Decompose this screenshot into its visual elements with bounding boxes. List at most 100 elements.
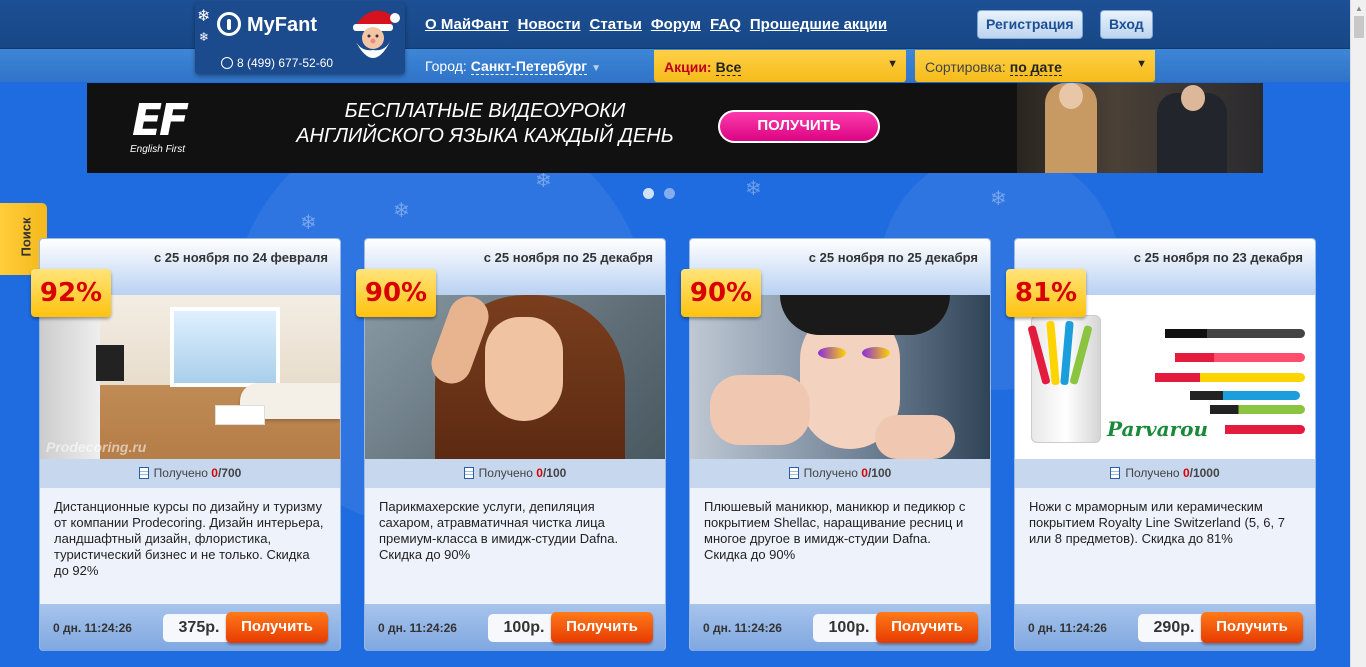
photo-tv bbox=[96, 345, 124, 381]
logo[interactable]: ❄ ❄ MyFant 8 (499) 677-52-60 bbox=[195, 2, 405, 74]
deal-description[interactable]: Плюшевый маникюр, маникюр и педикюр с по… bbox=[690, 488, 990, 604]
received-label: Получено bbox=[803, 466, 858, 480]
deal-footer: 0 дн. 11:24:26 290р. Получить bbox=[1015, 604, 1315, 651]
banner-photo bbox=[1017, 83, 1263, 173]
caret-down-icon: ▼ bbox=[1136, 58, 1147, 70]
nav-news[interactable]: Новости bbox=[518, 16, 581, 33]
phone-number: 8 (499) 677-52-60 bbox=[221, 56, 333, 70]
man-head bbox=[1181, 85, 1205, 111]
document-icon bbox=[138, 467, 149, 479]
received-label: Получено bbox=[1125, 466, 1180, 480]
banner-headline-line1: БЕСПЛАТНЫЕ ВИДЕОУРОКИ bbox=[344, 100, 626, 122]
banner-cta-button[interactable]: ПОЛУЧИТЬ bbox=[718, 110, 880, 143]
deal-description[interactable]: Парикмахерские услуги, депиляция сахаром… bbox=[365, 488, 665, 604]
logo-text: MyFant bbox=[247, 14, 317, 36]
deal-photo[interactable] bbox=[690, 295, 990, 459]
received-label: Получено bbox=[478, 466, 533, 480]
received-count: 0 bbox=[536, 466, 543, 480]
deal-photo[interactable]: Parvarou bbox=[1015, 295, 1315, 459]
photo-hand bbox=[710, 375, 810, 445]
received-total: /1000 bbox=[1189, 466, 1220, 480]
ad-banner[interactable]: EF English First БЕСПЛАТНЫЕ ВИДЕОУРОКИ А… bbox=[87, 83, 1263, 173]
knives-brand-logo: Parvarou bbox=[1107, 417, 1208, 441]
deal-price: 100р. bbox=[488, 614, 560, 642]
photo-knife bbox=[1190, 391, 1300, 400]
man-figure bbox=[1157, 85, 1227, 173]
received-count: 0 bbox=[1182, 466, 1190, 480]
deal-footer: 0 дн. 11:24:26 100р. Получить bbox=[365, 604, 665, 651]
scroll-up-arrow-icon[interactable]: ▲ bbox=[1355, 4, 1363, 13]
document-icon bbox=[463, 467, 474, 479]
deal-card[interactable]: с 25 ноября по 25 декабря 90% Получено 0… bbox=[356, 238, 666, 651]
received-counter: Получено 0/700 bbox=[40, 459, 340, 488]
nav-forum[interactable]: Форум bbox=[651, 16, 701, 33]
received-total: /100 bbox=[542, 466, 567, 480]
deal-description[interactable]: Дистанционные курсы по дизайну и туризму… bbox=[40, 488, 340, 604]
deal-timer: 0 дн. 11:24:26 bbox=[703, 621, 782, 635]
get-deal-button[interactable]: Получить bbox=[876, 612, 978, 643]
scrollbar-thumb[interactable] bbox=[1354, 16, 1364, 38]
received-count: 0 bbox=[211, 466, 218, 480]
photo-hand bbox=[875, 415, 955, 459]
deal-card[interactable]: с 25 ноября по 23 декабря 81% Parvarou П… bbox=[1006, 238, 1316, 651]
woman-figure bbox=[1045, 83, 1097, 173]
snowflake-icon: ❄ bbox=[197, 8, 211, 25]
nav-articles[interactable]: Статьи bbox=[590, 16, 642, 33]
ef-logo-subtitle: English First bbox=[130, 144, 186, 155]
get-deal-button[interactable]: Получить bbox=[1201, 612, 1303, 643]
phone-icon bbox=[221, 57, 233, 69]
deal-photo[interactable] bbox=[365, 295, 665, 459]
ef-logo: EF bbox=[132, 95, 189, 146]
deal-timer: 0 дн. 11:24:26 bbox=[53, 621, 132, 635]
photo-scissors bbox=[1225, 425, 1305, 434]
photo-table bbox=[215, 405, 265, 425]
city-selector[interactable]: Город: Санкт-Петербург ▼ bbox=[425, 58, 602, 75]
deals-filter-label: Акции: bbox=[664, 59, 712, 75]
get-deal-button[interactable]: Получить bbox=[226, 612, 328, 643]
photo-window bbox=[170, 307, 280, 387]
photo-hair bbox=[780, 295, 950, 335]
sort-value[interactable]: по дате bbox=[1009, 59, 1062, 76]
caret-down-icon: ▼ bbox=[887, 58, 898, 70]
manicure-model-photo bbox=[690, 295, 990, 459]
discount-badge: 90% bbox=[356, 269, 436, 317]
page-scrollbar[interactable]: ▲ bbox=[1350, 0, 1366, 667]
photo-knife bbox=[1155, 373, 1305, 382]
nav-about[interactable]: О МайФант bbox=[425, 16, 509, 33]
deal-description[interactable]: Ножи с мраморным или керамическим покрыт… bbox=[1015, 488, 1315, 604]
login-button[interactable]: Вход bbox=[1100, 10, 1153, 39]
city-label: Город: bbox=[425, 58, 467, 74]
sort-dropdown[interactable]: Сортировка: по дате ▼ bbox=[915, 50, 1155, 82]
received-counter: Получено 0/100 bbox=[690, 459, 990, 488]
photo-eye bbox=[862, 347, 890, 359]
deals-filter-dropdown[interactable]: Акции: Все ▼ bbox=[654, 50, 906, 82]
discount-badge: 92% bbox=[31, 269, 111, 317]
phone-number-text: 8 (499) 677-52-60 bbox=[237, 56, 334, 70]
deal-card[interactable]: с 25 ноября по 24 февраля 92% Prodecorin… bbox=[31, 238, 341, 651]
carousel-dot[interactable] bbox=[643, 188, 654, 199]
photo-knife bbox=[1210, 405, 1305, 414]
received-counter: Получено 0/1000 bbox=[1015, 459, 1315, 488]
get-deal-button[interactable]: Получить bbox=[551, 612, 653, 643]
register-button[interactable]: Регистрация bbox=[977, 10, 1083, 39]
discount-badge: 90% bbox=[681, 269, 761, 317]
carousel-dot[interactable] bbox=[664, 188, 675, 199]
chevron-down-icon: ▼ bbox=[591, 63, 602, 74]
city-value[interactable]: Санкт-Петербург bbox=[470, 58, 588, 75]
photo-knife bbox=[1165, 329, 1305, 338]
received-total: /700 bbox=[217, 466, 242, 480]
photo-wall bbox=[40, 295, 100, 459]
knives-photo: Parvarou bbox=[1015, 295, 1315, 459]
deal-footer: 0 дн. 11:24:26 100р. Получить bbox=[690, 604, 990, 651]
deal-photo[interactable]: Prodecoring.ru bbox=[40, 295, 340, 459]
deals-filter-value[interactable]: Все bbox=[715, 59, 742, 76]
snowflake-icon: ❄ bbox=[199, 30, 210, 44]
deal-timer: 0 дн. 11:24:26 bbox=[378, 621, 457, 635]
received-total: /100 bbox=[867, 466, 892, 480]
received-label: Получено bbox=[153, 466, 208, 480]
deal-price: 375р. bbox=[163, 614, 235, 642]
myfant-logo-icon bbox=[217, 12, 241, 36]
nav-past-deals[interactable]: Прошедшие акции bbox=[750, 16, 887, 33]
deal-card[interactable]: с 25 ноября по 25 декабря 90% Получено 0… bbox=[681, 238, 991, 651]
nav-faq[interactable]: FAQ bbox=[710, 16, 741, 33]
